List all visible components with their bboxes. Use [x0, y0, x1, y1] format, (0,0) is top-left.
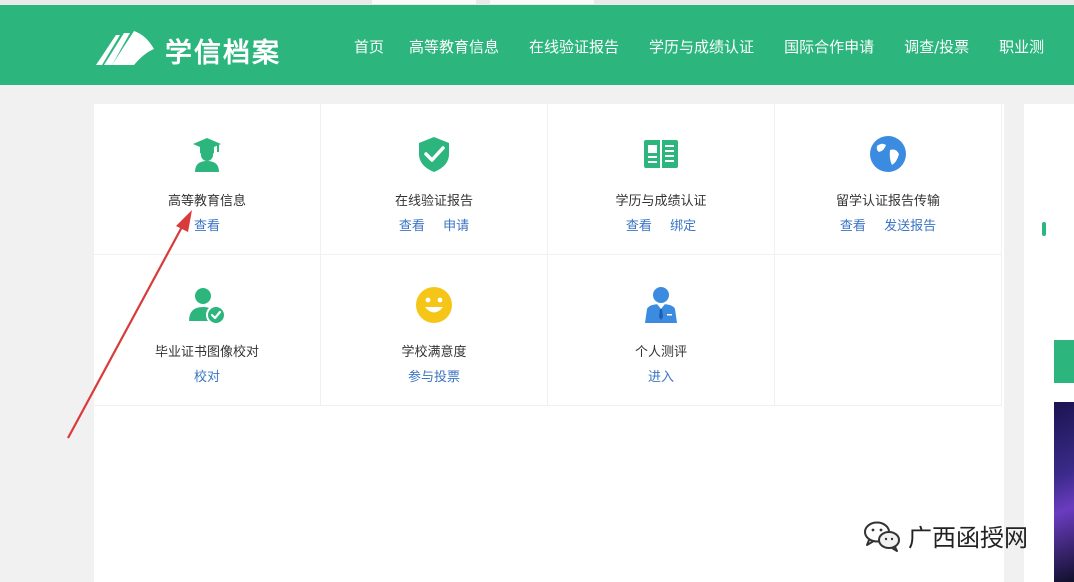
watermark-text: 广西函授网 — [908, 524, 1028, 552]
watermark: 广西函授网 — [862, 518, 1028, 553]
wechat-icon — [864, 521, 900, 552]
annotation-arrow-icon — [67, 210, 192, 439]
